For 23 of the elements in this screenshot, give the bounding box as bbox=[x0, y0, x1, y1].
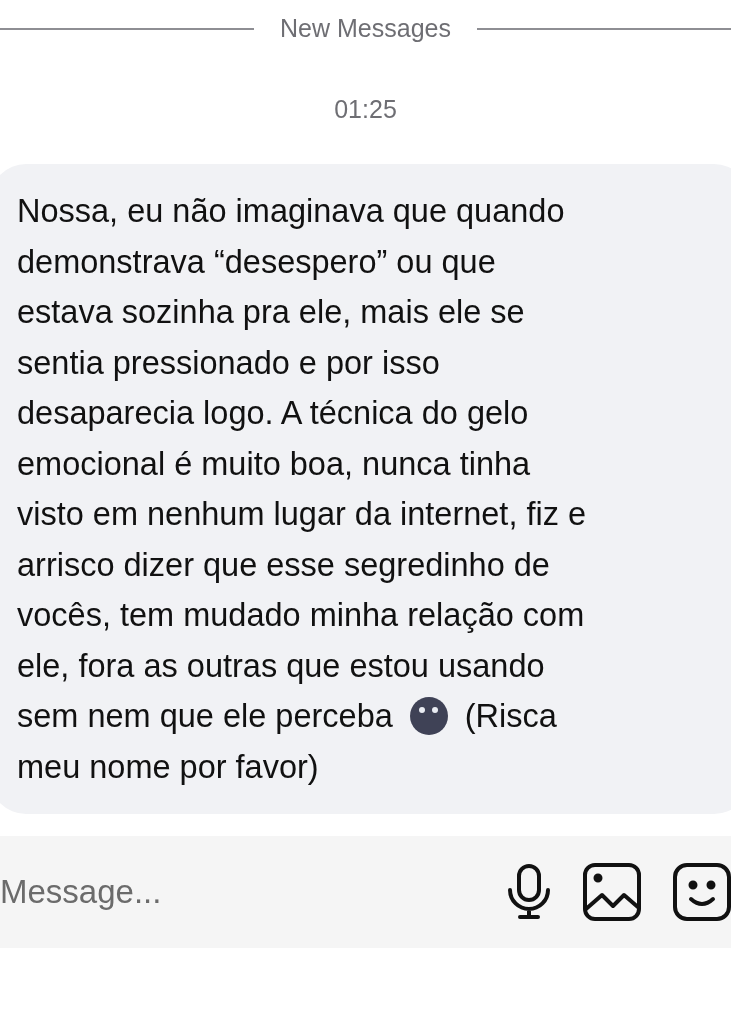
image-icon bbox=[583, 863, 641, 921]
message-line: ele, fora as outras que estou usando bbox=[17, 646, 546, 686]
new-messages-label: New Messages bbox=[280, 14, 451, 43]
message-line: demonstrava “desespero” ou que bbox=[17, 242, 497, 282]
message-line: vocês, tem mudado minha relação com bbox=[17, 596, 586, 635]
image-button[interactable] bbox=[583, 863, 641, 921]
microphone-icon bbox=[507, 864, 551, 920]
message-line: arrisco dizer que esse segredinho de bbox=[17, 545, 551, 585]
timestamp: 01:25 bbox=[334, 95, 397, 124]
message-line: desaparecia logo. A técnica do gelo bbox=[17, 394, 530, 433]
moon-icon bbox=[408, 696, 449, 737]
message-line: sentia pressionado e por isso bbox=[17, 343, 441, 383]
message-line: sem nem que ele perceba bbox=[17, 697, 393, 736]
message-line: estava sozinha pra ele, mais ele se bbox=[17, 293, 526, 332]
message-line: Nossa, eu não imaginava que quando bbox=[17, 192, 566, 231]
sticker-button[interactable] bbox=[673, 863, 731, 921]
smiley-icon bbox=[673, 863, 731, 921]
microphone-button[interactable] bbox=[507, 864, 551, 920]
message-line: visto em nenhum lugar da internet, fiz e bbox=[17, 495, 588, 534]
message-line: emocional é muito boa, nunca tinha bbox=[17, 444, 532, 484]
message-input[interactable]: Message... bbox=[0, 873, 475, 911]
message-line: (Risca bbox=[464, 697, 557, 736]
message-line: meu nome por favor) bbox=[17, 747, 320, 787]
